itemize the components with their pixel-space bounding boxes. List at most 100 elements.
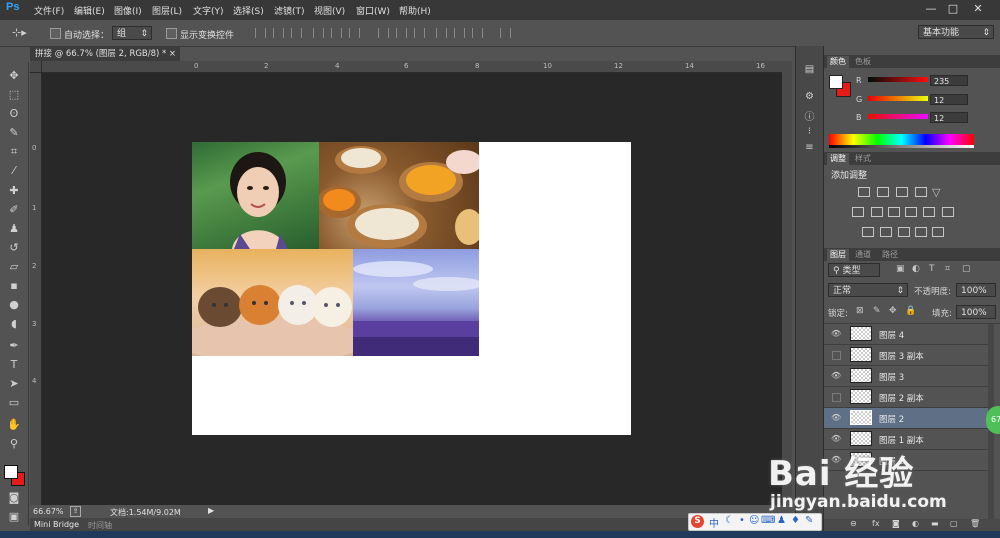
layer-row[interactable]: 图层 2 副本 xyxy=(824,387,994,408)
punctuation-icon[interactable]: • xyxy=(739,515,745,526)
keyboard-icon[interactable]: ⌨ xyxy=(761,515,775,526)
align-top-icon[interactable] xyxy=(255,28,266,38)
filter-adjust-icon[interactable]: ◐ xyxy=(912,264,920,274)
quick-mask-icon[interactable]: ◙ xyxy=(6,490,22,505)
menu-type[interactable]: 文字(Y) xyxy=(193,4,224,17)
document-tab[interactable]: 拼接 @ 66.7% (图层 2, RGB/8) * × xyxy=(30,47,180,61)
zoom-tool-icon[interactable]: ⚲ xyxy=(6,436,22,451)
lock-image-icon[interactable]: ✎ xyxy=(873,306,881,316)
align-bottom-icon[interactable] xyxy=(291,28,302,38)
crop-tool-icon[interactable]: ⌗ xyxy=(6,144,22,159)
r-value[interactable]: 235 xyxy=(930,75,968,86)
visibility-eye-icon[interactable]: 👁 xyxy=(831,371,841,381)
dodge-tool-icon[interactable]: ◖ xyxy=(6,316,22,331)
auto-select-checkbox[interactable] xyxy=(50,28,61,39)
emoji-icon[interactable]: ☺ xyxy=(749,515,759,526)
distribute-bottom-icon[interactable] xyxy=(414,28,425,38)
auto-select-dropdown[interactable]: 组 ⇕ xyxy=(112,26,152,40)
b-slider[interactable] xyxy=(868,114,928,119)
r-slider[interactable] xyxy=(868,77,928,82)
distribute-left-icon[interactable] xyxy=(436,28,447,38)
color-balance-icon[interactable] xyxy=(871,207,883,217)
actions-panel-icon[interactable]: ⚙ xyxy=(801,91,818,105)
pen-tool-icon[interactable]: ✒ xyxy=(6,338,22,353)
menu-view[interactable]: 视图(V) xyxy=(314,4,345,17)
layer-row[interactable]: 👁 图层 4 xyxy=(824,324,994,345)
tab-mini-bridge[interactable]: Mini Bridge xyxy=(34,520,79,529)
selective-color-icon[interactable] xyxy=(915,227,927,237)
eraser-tool-icon[interactable]: ▱ xyxy=(6,259,22,274)
zoom-level[interactable]: 66.67% xyxy=(33,507,64,516)
screen-mode-icon[interactable]: ▣ xyxy=(6,509,22,524)
fx-icon[interactable]: fx xyxy=(872,519,880,528)
layer-row[interactable]: 👁 图层 3 xyxy=(824,366,994,387)
curves-icon[interactable] xyxy=(896,187,908,197)
move-tool-icon[interactable]: ✥ xyxy=(6,68,22,83)
lasso-tool-icon[interactable]: ʘ xyxy=(6,106,22,121)
brightness-icon[interactable] xyxy=(858,187,870,197)
new-group-icon[interactable]: ▬ xyxy=(931,519,939,528)
color-lookup-icon[interactable] xyxy=(942,207,954,217)
auto-align-icon[interactable] xyxy=(500,28,511,38)
posterize-icon[interactable] xyxy=(880,227,892,237)
blur-tool-icon[interactable]: ● xyxy=(6,297,22,312)
align-left-icon[interactable] xyxy=(313,28,324,38)
delete-layer-icon[interactable]: 🗑 xyxy=(970,519,980,528)
visibility-eye-icon[interactable]: 👁 xyxy=(831,413,841,423)
channel-mixer-icon[interactable] xyxy=(923,207,935,217)
eyedropper-tool-icon[interactable]: ⁄ xyxy=(6,163,22,178)
fill-field[interactable]: 100% xyxy=(956,305,996,319)
new-layer-icon[interactable]: ▢ xyxy=(950,519,958,528)
menu-file[interactable]: 文件(F) xyxy=(34,4,64,17)
rectangle-tool-icon[interactable]: ▭ xyxy=(6,395,22,410)
foreground-color-swatch[interactable] xyxy=(4,465,18,479)
filter-type-icon[interactable]: T xyxy=(929,264,935,274)
levels-icon[interactable] xyxy=(877,187,889,197)
distribute-vcenter-icon[interactable] xyxy=(396,28,407,38)
threshold-icon[interactable] xyxy=(898,227,910,237)
distribute-top-icon[interactable] xyxy=(378,28,389,38)
filter-pixel-icon[interactable]: ▣ xyxy=(896,264,905,274)
tab-layers[interactable]: 图层 xyxy=(827,249,849,261)
user-icon[interactable]: ♟ xyxy=(777,515,786,526)
hue-saturation-icon[interactable] xyxy=(852,207,864,217)
sogou-logo-icon[interactable]: S xyxy=(691,515,704,528)
black-white-icon[interactable] xyxy=(888,207,900,217)
ruler-origin[interactable] xyxy=(30,61,42,73)
tools-icon[interactable]: ✎ xyxy=(805,515,813,526)
brush-tool-icon[interactable]: ✐ xyxy=(6,202,22,217)
layer-row[interactable]: 图层 3 副本 xyxy=(824,345,994,366)
half-width-icon[interactable]: ☾ xyxy=(725,515,734,526)
filter-shape-icon[interactable]: ⌗ xyxy=(945,264,950,274)
minimize-button[interactable]: — xyxy=(921,1,941,16)
menu-edit[interactable]: 编辑(E) xyxy=(74,4,105,17)
distribute-right-icon[interactable] xyxy=(472,28,483,38)
b-value[interactable]: 12 xyxy=(930,112,968,123)
vertical-scrollbar[interactable] xyxy=(782,61,792,506)
tab-styles[interactable]: 样式 xyxy=(852,153,874,165)
align-right-icon[interactable] xyxy=(349,28,360,38)
g-slider[interactable] xyxy=(868,96,928,101)
type-tool-icon[interactable]: T xyxy=(6,357,22,372)
ime-mode[interactable]: 中 xyxy=(709,515,719,530)
menu-layer[interactable]: 图层(L) xyxy=(152,4,182,17)
filter-smart-icon[interactable]: ▢ xyxy=(962,264,971,274)
status-menu-arrow-icon[interactable]: ▶ xyxy=(208,506,214,515)
restore-button[interactable]: □ xyxy=(943,1,963,16)
tab-color[interactable]: 颜色 xyxy=(827,56,849,68)
marquee-tool-icon[interactable]: ⬚ xyxy=(6,87,22,102)
grayscale-ramp[interactable] xyxy=(829,145,974,148)
history-brush-tool-icon[interactable]: ↺ xyxy=(6,240,22,255)
lock-pixels-icon[interactable]: ⊠ xyxy=(856,306,864,316)
add-mask-icon[interactable]: ◙ xyxy=(892,519,900,528)
photo-filter-icon[interactable] xyxy=(905,207,917,217)
menu-filter[interactable]: 滤镜(T) xyxy=(274,4,305,17)
move-tool-preset-icon[interactable]: ⊹▸ xyxy=(12,26,27,39)
menu-window[interactable]: 窗口(W) xyxy=(356,4,390,17)
layer-filter-dropdown[interactable]: ⚲ 类型 xyxy=(828,263,880,277)
quick-select-tool-icon[interactable]: ✎ xyxy=(6,125,22,140)
tab-adjustments[interactable]: 调整 xyxy=(827,153,849,165)
exposure-icon[interactable] xyxy=(915,187,927,197)
align-hcenter-icon[interactable] xyxy=(331,28,342,38)
foreground-swatch[interactable] xyxy=(829,75,843,89)
